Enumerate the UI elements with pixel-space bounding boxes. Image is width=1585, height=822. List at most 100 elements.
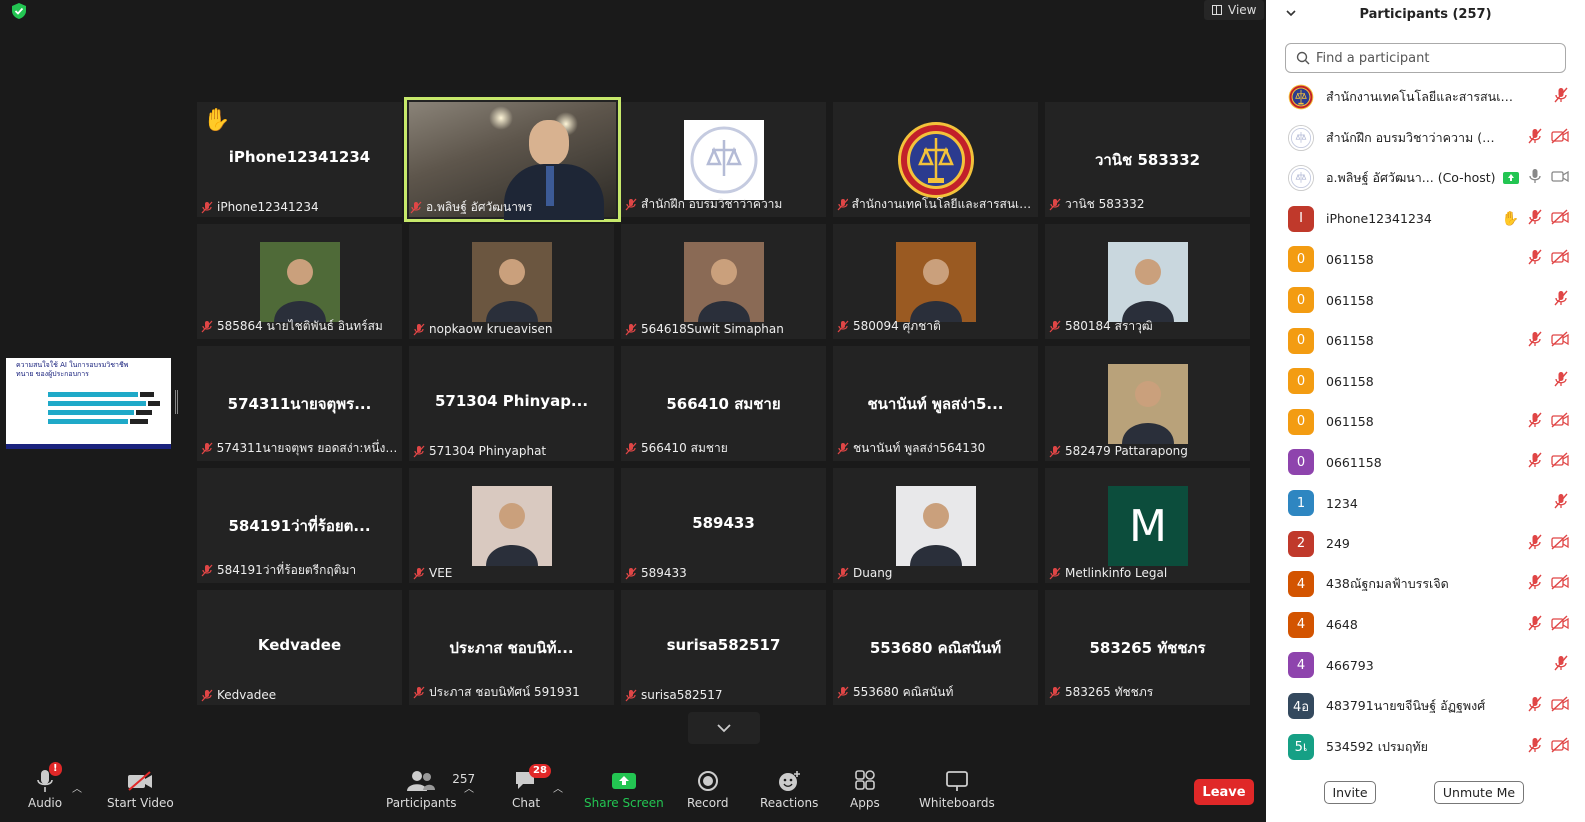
participant-row[interactable]: 4 466793 xyxy=(1266,645,1585,685)
mic-off-icon[interactable] xyxy=(1527,737,1543,757)
participants-button[interactable]: 257 Participants xyxy=(386,766,475,810)
participant-display-name: 584191ว่าที่ร้อยต... xyxy=(228,517,371,535)
participant-tile[interactable]: 564618Suwit Simaphan xyxy=(621,224,826,339)
record-button[interactable]: Record xyxy=(687,766,728,810)
mic-off-icon[interactable] xyxy=(1527,615,1543,635)
shield-icon[interactable] xyxy=(10,2,28,20)
participant-tile[interactable]: ประภาส ชอบนิท้... ประภาส ชอบนิทัศน์ 59193… xyxy=(409,590,614,705)
mic-off-icon[interactable] xyxy=(1553,371,1569,391)
audio-button[interactable]: ! Audio xyxy=(28,762,62,810)
participant-row[interactable]: 0 061158 xyxy=(1266,402,1585,442)
video-off-icon[interactable] xyxy=(1551,209,1569,229)
mic-off-icon[interactable] xyxy=(1527,209,1543,229)
collapse-panel-chevron-icon[interactable] xyxy=(1284,6,1298,20)
chat-options-chevron-icon[interactable]: ︿ xyxy=(553,780,563,795)
mic-off-icon[interactable] xyxy=(1553,493,1569,513)
muted-mic-icon xyxy=(201,689,213,702)
participant-row[interactable]: อ.พลิษฐ์ อัศวัฒนา... (Co-host) xyxy=(1266,158,1585,198)
mic-off-icon[interactable] xyxy=(1553,87,1569,107)
start-video-button[interactable]: Start Video xyxy=(107,766,174,810)
participant-tile[interactable]: Duang xyxy=(833,468,1038,583)
muted-mic-icon xyxy=(413,567,425,580)
next-page-button[interactable] xyxy=(688,712,760,744)
participant-tile[interactable]: 580094 ศุภชาติ xyxy=(833,224,1038,339)
participant-tile[interactable]: 582479 Pattarapong xyxy=(1045,346,1250,461)
mic-off-icon[interactable] xyxy=(1527,452,1543,472)
participant-row[interactable]: 2 249 xyxy=(1266,524,1585,564)
participant-row[interactable]: 0 061158 xyxy=(1266,239,1585,279)
video-off-icon[interactable] xyxy=(1551,331,1569,351)
video-off-icon[interactable] xyxy=(1551,696,1569,716)
participant-row[interactable]: 1 1234 xyxy=(1266,483,1585,523)
invite-button[interactable]: Invite xyxy=(1324,781,1376,804)
participant-tile[interactable]: 589433 589433 xyxy=(621,468,826,583)
participant-tile[interactable]: 580184 สราวุฒิ xyxy=(1045,224,1250,339)
mic-off-icon[interactable] xyxy=(1553,290,1569,310)
video-off-icon[interactable] xyxy=(1551,737,1569,757)
video-on-icon[interactable] xyxy=(1551,168,1569,188)
mic-off-icon[interactable] xyxy=(1553,655,1569,675)
mic-off-icon[interactable] xyxy=(1527,249,1543,269)
participant-tile[interactable]: 585864 นายไชติพันธ์ อินทร์สม xyxy=(197,224,402,339)
participant-tile[interactable]: nopkaow krueavisen xyxy=(409,224,614,339)
video-off-icon[interactable] xyxy=(1551,574,1569,594)
reactions-button[interactable]: Reactions xyxy=(760,766,818,810)
search-input[interactable] xyxy=(1316,50,1556,66)
whiteboards-button[interactable]: Whiteboards xyxy=(919,766,995,810)
audio-options-chevron-icon[interactable]: ︿ xyxy=(72,780,82,795)
participant-row[interactable]: 4 4648 xyxy=(1266,605,1585,645)
chat-button[interactable]: 28 Chat xyxy=(512,764,551,810)
video-off-icon[interactable] xyxy=(1551,534,1569,554)
mic-on-icon[interactable] xyxy=(1527,168,1543,188)
participant-row[interactable]: IiPhone12341234 ✋ xyxy=(1266,199,1585,239)
video-off-icon[interactable] xyxy=(1551,452,1569,472)
mic-off-icon[interactable] xyxy=(1527,534,1543,554)
participant-tile[interactable]: 574311นายจตุพร... 574311นายจตุพร ยอดสง่า:… xyxy=(197,346,402,461)
participant-tile[interactable]: VEE xyxy=(409,468,614,583)
video-off-icon[interactable] xyxy=(1551,412,1569,432)
participant-tile[interactable]: iPhone12341234 ✋ iPhone12341234 xyxy=(197,102,402,217)
participant-tile[interactable]: ชนานันท์ พูลสง่า5... ชนานันท์ พูลสง่า5641… xyxy=(833,346,1038,461)
mic-off-icon[interactable] xyxy=(1527,128,1543,148)
thumbnail-splitter-handle[interactable] xyxy=(175,390,178,414)
share-screen-button[interactable]: Share Screen xyxy=(584,766,664,810)
participant-tile[interactable]: 583265 ทัชชภร 583265 ทัชชภร xyxy=(1045,590,1250,705)
mic-off-icon[interactable] xyxy=(1527,331,1543,351)
leave-button[interactable]: Leave xyxy=(1194,779,1254,805)
participant-row[interactable]: สำนักฝึก อบรมวิชาว่าความ (Host) xyxy=(1266,118,1585,158)
unmute-me-button[interactable]: Unmute Me xyxy=(1434,781,1524,804)
participant-tile[interactable]: สำนักงานเทคโนโลยีและสารสนเทศ ส... xyxy=(833,102,1038,217)
apps-button[interactable]: Apps xyxy=(850,766,880,810)
participant-tile[interactable]: สำนักฝึก อบรมวิชาว่าความ xyxy=(621,102,826,217)
participant-search[interactable] xyxy=(1285,43,1566,73)
shared-screen-thumbnail[interactable]: ความสนใจใช้ AI ในการอบรมวิชาชีพทนาย ของผ… xyxy=(6,358,171,449)
participant-tile[interactable]: 584191ว่าที่ร้อยต... 584191ว่าที่ร้อยตรีก… xyxy=(197,468,402,583)
participant-tile[interactable]: วานิช 583332 วานิช 583332 xyxy=(1045,102,1250,217)
mic-off-icon[interactable] xyxy=(1527,574,1543,594)
participant-tile[interactable]: Kedvadee Kedvadee xyxy=(197,590,402,705)
participant-tile[interactable]: M Metlinkinfo Legal xyxy=(1045,468,1250,583)
participant-tile[interactable]: 553680 คณิสนันท์ 553680 คณิสนันท์ xyxy=(833,590,1038,705)
participants-options-chevron-icon[interactable]: ︿ xyxy=(464,780,474,795)
participant-row[interactable]: 0 061158 xyxy=(1266,280,1585,320)
participant-tile[interactable]: อ.พลิษฐ์ อัศวัฒนาพร xyxy=(404,97,621,222)
video-off-icon[interactable] xyxy=(1551,249,1569,269)
participant-row[interactable]: 4 438ณัฐกมลฟ้าบรรเจิด xyxy=(1266,564,1585,604)
participant-tile[interactable]: 571304 Phinyap... 571304 Phinyaphat xyxy=(409,346,614,461)
participant-row[interactable]: 0 061158 xyxy=(1266,321,1585,361)
mic-off-icon[interactable] xyxy=(1527,412,1543,432)
participant-row[interactable]: สำนักงานเทคโนโลยีและสารสนเทศ ส... (Me) xyxy=(1266,77,1585,117)
view-button[interactable]: View xyxy=(1204,0,1265,20)
participant-avatar: 0 xyxy=(1288,449,1314,476)
participant-row[interactable]: 5เ 534592 เปรมฤทัย xyxy=(1266,727,1585,767)
participant-tile[interactable]: surisa582517 surisa582517 xyxy=(621,590,826,705)
participant-tile[interactable]: 566410 สมชาย 566410 สมชาย xyxy=(621,346,826,461)
video-off-icon[interactable] xyxy=(1551,615,1569,635)
video-off-icon[interactable] xyxy=(1551,128,1569,148)
participant-display-name: 574311นายจตุพร... xyxy=(227,395,372,413)
participant-row[interactable]: 0 061158 xyxy=(1266,361,1585,401)
participant-row[interactable]: 0 0661158 xyxy=(1266,442,1585,482)
mic-off-icon[interactable] xyxy=(1527,696,1543,716)
participant-row[interactable]: 4อ 483791นายขจีนิษฐ์ อัฏฐพงศ์ xyxy=(1266,686,1585,726)
participant-display-name: iPhone12341234 xyxy=(228,148,371,166)
